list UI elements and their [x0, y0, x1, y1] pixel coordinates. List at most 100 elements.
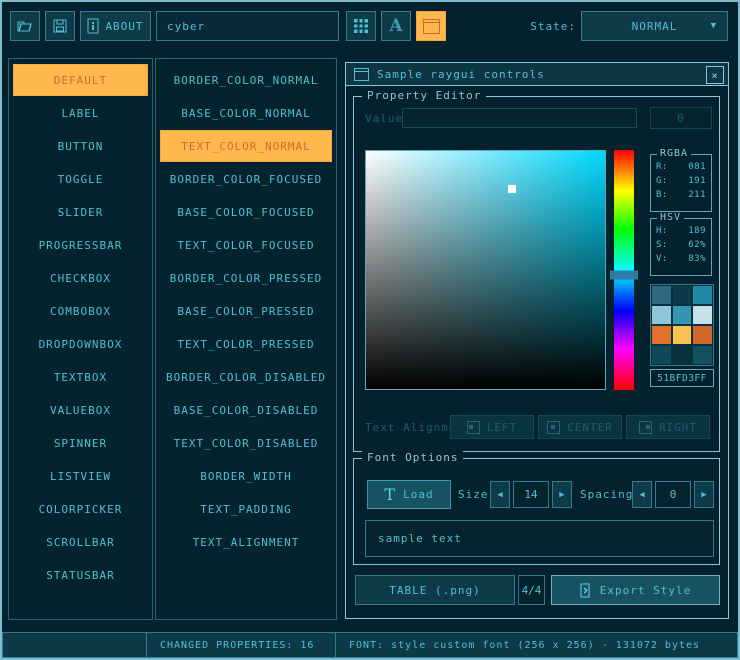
color-swatch[interactable]	[652, 326, 671, 344]
color-picker-marker[interactable]	[508, 185, 516, 193]
controls-view-button[interactable]	[416, 11, 446, 41]
about-label: ABOUT	[105, 20, 143, 33]
hsv-panel: HSV H:189 S:62% V:83%	[650, 218, 712, 276]
color-swatch[interactable]	[673, 326, 692, 344]
statusbar-changed-properties: CHANGED PROPERTIES: 16	[146, 632, 336, 658]
chevron-right-icon: ▶	[559, 490, 564, 500]
list-item[interactable]: SCROLLBAR	[13, 526, 148, 558]
hex-color-input[interactable]: 51BFD3FF	[650, 369, 714, 387]
list-item[interactable]: PROGRESSBAR	[13, 229, 148, 261]
font-options-label: Font Options	[362, 451, 463, 464]
hue-slider-handle[interactable]	[610, 270, 638, 279]
value-value: 83%	[688, 254, 706, 264]
list-item[interactable]: BASE_COLOR_FOCUSED	[160, 196, 332, 228]
font-atlas-button[interactable]: A	[381, 11, 411, 41]
text-T-icon: T	[384, 485, 396, 504]
list-item[interactable]: TEXT_ALIGNMENT	[160, 526, 332, 558]
color-swatch[interactable]	[693, 306, 712, 324]
controls-list: DEFAULTLABELBUTTONTOGGLESLIDERPROGRESSBA…	[8, 58, 153, 620]
list-item[interactable]: SPINNER	[13, 427, 148, 459]
list-item[interactable]: CHECKBOX	[13, 262, 148, 294]
spacing-value-box[interactable]: 0	[655, 481, 691, 508]
close-button[interactable]: ×	[706, 66, 724, 84]
list-item[interactable]: SLIDER	[13, 196, 148, 228]
font-load-button[interactable]: T Load	[367, 480, 451, 509]
rgba-panel: RGBA R:081 G:191 B:211	[650, 154, 712, 212]
list-item[interactable]: BORDER_COLOR_PRESSED	[160, 262, 332, 294]
list-item[interactable]: TEXT_COLOR_DISABLED	[160, 427, 332, 459]
list-item[interactable]: TEXTBOX	[13, 361, 148, 393]
list-item[interactable]: VALUEBOX	[13, 394, 148, 426]
about-button[interactable]: ABOUT	[80, 11, 151, 41]
green-value: 191	[688, 176, 706, 186]
statusbar-font-info: FONT: style custom font (256 x 256) - 13…	[335, 632, 738, 658]
table-export-format-button[interactable]: TABLE (.png)	[355, 575, 515, 605]
state-dropdown[interactable]: NORMAL ▼	[581, 11, 728, 41]
list-item[interactable]: TEXT_COLOR_NORMAL	[160, 130, 332, 162]
list-item[interactable]: TEXT_COLOR_PRESSED	[160, 328, 332, 360]
align-center-button[interactable]: CENTER	[538, 415, 622, 439]
list-item[interactable]: BORDER_WIDTH	[160, 460, 332, 492]
state-label: State:	[530, 11, 576, 41]
list-item[interactable]: BORDER_COLOR_DISABLED	[160, 361, 332, 393]
export-style-button[interactable]: Export Style	[551, 575, 720, 605]
window-titlebar[interactable]: Sample raygui controls ×	[346, 63, 728, 86]
floppy-save-icon	[52, 18, 68, 34]
rgba-label: RGBA	[657, 148, 691, 159]
window-icon	[423, 19, 440, 34]
window-title: Sample raygui controls	[377, 68, 545, 81]
size-decrease-button[interactable]: ◀	[490, 481, 510, 508]
list-item[interactable]: BUTTON	[13, 130, 148, 162]
list-item[interactable]: LABEL	[13, 97, 148, 129]
close-icon: ×	[711, 69, 719, 82]
list-item[interactable]: BASE_COLOR_PRESSED	[160, 295, 332, 327]
list-item[interactable]: DROPDOWNBOX	[13, 328, 148, 360]
list-item[interactable]: STATUSBAR	[13, 559, 148, 591]
size-value-box[interactable]: 14	[513, 481, 549, 508]
align-left-button[interactable]: LEFT	[450, 415, 534, 439]
list-item[interactable]: COMBOBOX	[13, 295, 148, 327]
grid-icon	[354, 19, 368, 33]
list-item[interactable]: BASE_COLOR_DISABLED	[160, 394, 332, 426]
value-input[interactable]	[402, 108, 637, 128]
list-item[interactable]: BORDER_COLOR_NORMAL	[160, 64, 332, 96]
style-name-input[interactable]: cyber	[156, 11, 339, 41]
color-swatch[interactable]	[693, 346, 712, 364]
list-item[interactable]: LISTVIEW	[13, 460, 148, 492]
list-item[interactable]: COLORPICKER	[13, 493, 148, 525]
color-swatch[interactable]	[652, 306, 671, 324]
spacing-decrease-button[interactable]: ◀	[632, 481, 652, 508]
list-item[interactable]: TOGGLE	[13, 163, 148, 195]
list-item[interactable]: TEXT_COLOR_FOCUSED	[160, 229, 332, 261]
color-swatch[interactable]	[652, 286, 671, 304]
list-item[interactable]: DEFAULT	[13, 64, 148, 96]
color-swatch[interactable]	[693, 286, 712, 304]
value-spinner-button[interactable]: 0	[650, 107, 712, 129]
align-right-button[interactable]: RIGHT	[626, 415, 710, 439]
style-table-button[interactable]	[346, 11, 376, 41]
text-alignment-label: Text Alignmen	[365, 415, 451, 439]
sample-text-input[interactable]: sample text	[365, 520, 714, 557]
color-swatch[interactable]	[652, 346, 671, 364]
open-style-button[interactable]	[10, 11, 40, 41]
size-increase-button[interactable]: ▶	[552, 481, 572, 508]
chevron-left-icon: ◀	[497, 490, 502, 500]
color-swatch[interactable]	[693, 326, 712, 344]
list-item[interactable]: TEXT_PADDING	[160, 493, 332, 525]
hue-bar[interactable]	[614, 150, 634, 390]
blue-value: 211	[688, 190, 706, 200]
rguistyler-app: ABOUT cyber A State: NORMAL ▼ DEFAULTLAB…	[0, 0, 740, 660]
statusbar-left	[2, 632, 147, 658]
hsv-label: HSV	[657, 212, 684, 223]
folder-open-icon	[16, 18, 34, 34]
align-center-icon	[547, 421, 560, 434]
list-item[interactable]: BASE_COLOR_NORMAL	[160, 97, 332, 129]
color-swatch-grid	[650, 284, 714, 366]
color-swatch[interactable]	[673, 346, 692, 364]
color-swatch[interactable]	[673, 306, 692, 324]
spacing-increase-button[interactable]: ▶	[694, 481, 714, 508]
color-saturation-value-panel[interactable]	[365, 150, 606, 390]
list-item[interactable]: BORDER_COLOR_FOCUSED	[160, 163, 332, 195]
color-swatch[interactable]	[673, 286, 692, 304]
save-style-button[interactable]	[45, 11, 75, 41]
